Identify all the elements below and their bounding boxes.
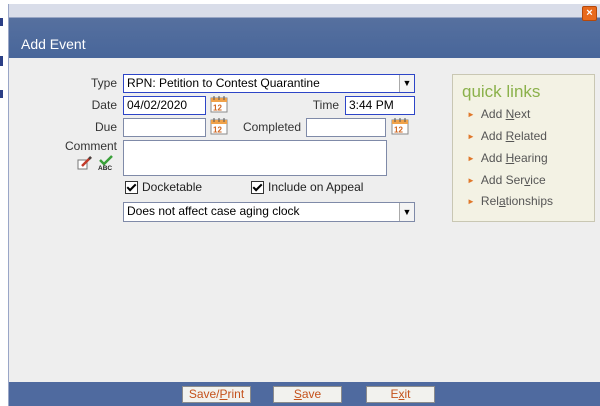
dialog-titlebar: × Add Event <box>9 4 600 58</box>
quick-link-accesskey: H <box>505 151 515 165</box>
exit-button[interactable]: Exit <box>366 386 435 403</box>
close-icon: × <box>586 7 593 19</box>
edit-icon[interactable] <box>77 155 93 171</box>
bullet-icon: ► <box>467 154 475 163</box>
docketable-checkbox[interactable] <box>125 180 138 194</box>
button-text: rint <box>227 387 245 401</box>
svg-text:12: 12 <box>213 104 222 113</box>
due-field[interactable] <box>123 118 206 137</box>
dialog-title: Add Event <box>21 36 86 52</box>
chevron-down-icon[interactable]: ▼ <box>399 203 414 221</box>
include-appeal-checkbox-row[interactable]: Include on Appeal <box>251 180 363 194</box>
type-value: RPN: Petition to Contest Quarantine <box>127 76 320 90</box>
quick-links-panel: quick links ► Add Next ► Add Related ► Add … <box>452 74 595 222</box>
docketable-label: Docketable <box>142 180 203 194</box>
aging-value: Does not affect case aging clock <box>127 204 300 218</box>
spellcheck-icon[interactable]: ABC <box>97 155 115 171</box>
quick-link-text: earing <box>514 151 548 165</box>
time-label: Time <box>312 98 339 112</box>
calendar-icon[interactable]: 12 <box>210 95 228 113</box>
quick-link-text: Add <box>480 129 506 143</box>
include-appeal-checkbox[interactable] <box>251 180 264 194</box>
date-field[interactable]: 04/02/2020 <box>123 96 206 115</box>
quick-link-text: ext <box>514 107 531 121</box>
time-field[interactable]: 3:44 PM <box>345 96 415 115</box>
svg-text:ABC: ABC <box>98 165 112 171</box>
quick-link-add-next[interactable]: ► Add Next <box>467 107 530 121</box>
quick-link-text: tionships <box>505 194 553 208</box>
bullet-icon: ► <box>467 110 475 119</box>
completed-label: Completed <box>242 120 301 134</box>
calendar-icon[interactable]: 12 <box>391 117 409 135</box>
quick-link-accesskey: R <box>505 129 515 143</box>
add-event-dialog: × Add Event Type RPN: Petition to Contes… <box>8 4 600 406</box>
bullet-icon: ► <box>467 197 475 206</box>
quick-link-text: Add <box>480 107 506 121</box>
quick-link-text: Add Ser <box>480 173 525 187</box>
save-button[interactable]: Save <box>273 386 342 403</box>
include-appeal-label: Include on Appeal <box>268 180 364 194</box>
bullet-icon: ► <box>467 176 475 185</box>
button-text: Save/ <box>188 387 220 401</box>
edge-mark <box>0 56 3 66</box>
quick-link-add-hearing[interactable]: ► Add Hearing <box>467 151 548 165</box>
edge-mark <box>0 18 3 26</box>
docketable-checkbox-row[interactable]: Docketable <box>125 180 202 194</box>
svg-text:12: 12 <box>394 126 403 135</box>
quick-link-text: elated <box>514 129 547 143</box>
quick-link-relationships[interactable]: ► Relationships <box>467 194 553 208</box>
bullet-icon: ► <box>467 132 475 141</box>
svg-text:12: 12 <box>213 126 222 135</box>
button-text: E <box>390 387 399 401</box>
type-select[interactable]: RPN: Petition to Contest Quarantine ▼ <box>123 74 415 93</box>
comment-label: Comment <box>64 139 117 153</box>
close-button[interactable]: × <box>582 6 597 21</box>
edge-mark <box>0 90 3 98</box>
quick-link-add-service[interactable]: ► Add Service <box>467 173 546 187</box>
due-label: Due <box>94 120 117 134</box>
save-print-button[interactable]: Save/Print <box>182 386 251 403</box>
quick-link-text: ice <box>530 173 546 187</box>
calendar-icon[interactable]: 12 <box>210 117 228 135</box>
aging-select[interactable]: Does not affect case aging clock ▼ <box>123 202 415 222</box>
chevron-down-icon[interactable]: ▼ <box>399 75 414 92</box>
quick-links-title: quick links <box>462 82 541 101</box>
type-label: Type <box>90 76 117 90</box>
quick-link-text: Add <box>480 151 506 165</box>
background-window-edge <box>0 0 7 406</box>
button-accesskey: S <box>293 387 302 401</box>
quick-link-accesskey: N <box>505 107 515 121</box>
quick-link-add-related[interactable]: ► Add Related <box>467 129 547 143</box>
completed-field[interactable] <box>306 118 386 137</box>
button-accesskey: P <box>219 387 228 401</box>
quick-link-accesskey: a <box>498 194 506 208</box>
quick-link-text: Rel <box>480 194 499 208</box>
date-label: Date <box>91 98 117 112</box>
button-text: it <box>404 387 411 401</box>
button-text: ave <box>301 387 322 401</box>
comment-textarea[interactable] <box>123 140 387 176</box>
